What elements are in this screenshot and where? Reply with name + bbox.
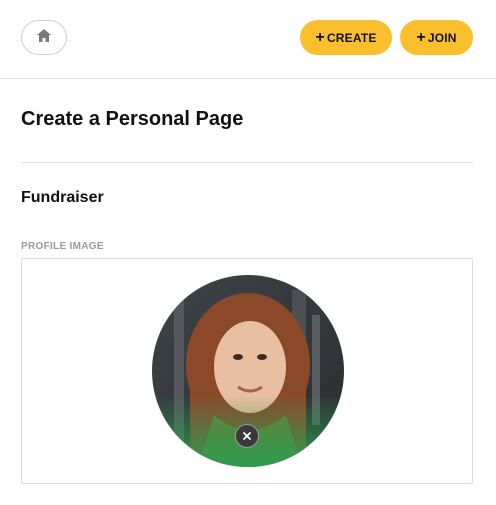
page-title: Create a Personal Page bbox=[21, 108, 244, 130]
home-icon bbox=[37, 28, 51, 47]
plus-icon: + bbox=[416, 28, 426, 46]
create-button[interactable]: + CREATE bbox=[300, 20, 392, 55]
plus-icon: + bbox=[315, 28, 325, 46]
create-label: CREATE bbox=[326, 30, 377, 45]
join-label: JOIN bbox=[427, 30, 457, 45]
divider bbox=[21, 162, 473, 163]
join-button[interactable]: + JOIN bbox=[400, 20, 473, 55]
close-icon bbox=[243, 427, 251, 445]
section-title: Fundraiser bbox=[21, 189, 104, 206]
remove-image-button[interactable] bbox=[235, 424, 259, 448]
profile-image-box[interactable] bbox=[21, 258, 473, 484]
home-button[interactable] bbox=[21, 20, 67, 55]
top-bar: + CREATE + JOIN bbox=[0, 0, 496, 79]
profile-image-label: PROFILE IMAGE bbox=[21, 241, 104, 252]
